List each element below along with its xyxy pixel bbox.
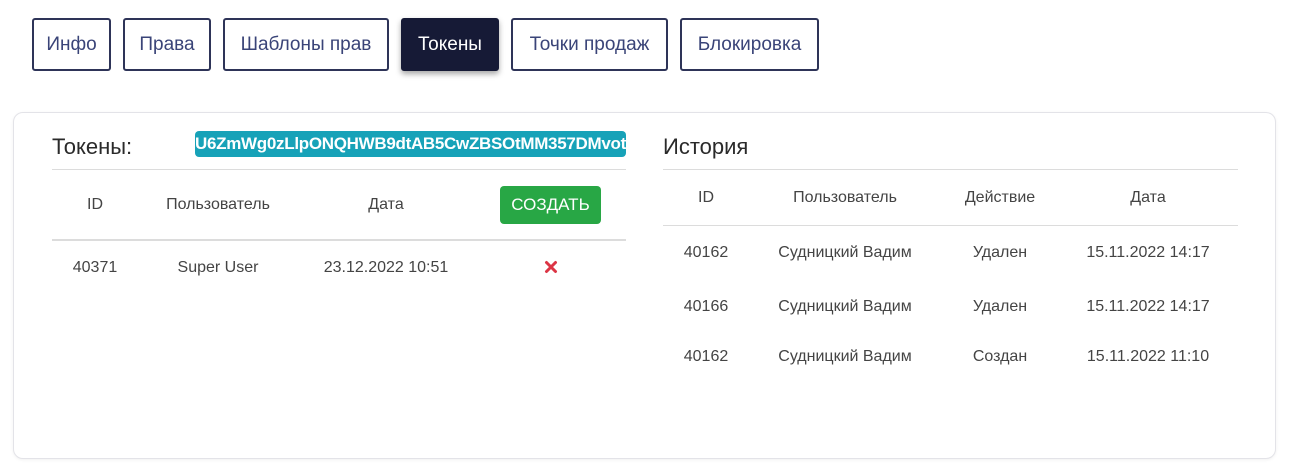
history-user: Судницкий Вадим — [778, 244, 912, 261]
token-date: 23.12.2022 10:51 — [323, 259, 449, 276]
divider — [663, 225, 1238, 226]
history-col-id: ID — [698, 189, 714, 206]
tab-rights[interactable]: Права — [123, 18, 211, 71]
history-id: 40162 — [683, 348, 729, 365]
history-col-date: Дата — [1130, 189, 1166, 206]
tab-blocking[interactable]: Блокировка — [680, 18, 819, 71]
divider — [663, 169, 1238, 170]
token-id: 40371 — [72, 259, 118, 276]
content-card — [13, 112, 1276, 459]
history-id: 40166 — [683, 298, 729, 315]
tab-sales-points[interactable]: Точки продаж — [511, 18, 668, 71]
history-user: Судницкий Вадим — [778, 348, 912, 365]
history-id: 40162 — [683, 244, 729, 261]
token-value-badge: U6ZmWg0zLlpONQHWB9dtAB5CwZBSOtMM357DMvot — [195, 131, 626, 157]
tokens-col-user: Пользователь — [166, 196, 270, 213]
create-token-button[interactable]: СОЗДАТЬ — [500, 186, 601, 224]
tokens-col-id: ID — [87, 196, 103, 213]
tab-rights-templates[interactable]: Шаблоны прав — [223, 18, 389, 71]
history-action: Удален — [972, 244, 1028, 261]
history-date: 15.11.2022 14:17 — [1086, 244, 1210, 261]
history-user: Судницкий Вадим — [778, 298, 912, 315]
tokens-col-date: Дата — [368, 196, 404, 213]
history-action: Создан — [972, 348, 1028, 365]
tab-info[interactable]: Инфо — [32, 18, 111, 71]
tab-tokens[interactable]: Токены — [401, 18, 499, 71]
history-col-action: Действие — [964, 189, 1036, 206]
tokens-title: Токены: — [52, 134, 133, 159]
history-date: 15.11.2022 11:10 — [1086, 348, 1210, 365]
delete-token-icon[interactable] — [543, 259, 559, 275]
tab-bar: Инфо Права Шаблоны прав Токены Точки про… — [32, 18, 819, 71]
divider — [52, 239, 626, 241]
history-col-user: Пользователь — [793, 189, 897, 206]
history-date: 15.11.2022 14:17 — [1086, 298, 1210, 315]
history-title: История — [663, 134, 749, 159]
divider — [52, 169, 626, 170]
token-user: Super User — [177, 259, 259, 276]
history-action: Удален — [972, 298, 1028, 315]
